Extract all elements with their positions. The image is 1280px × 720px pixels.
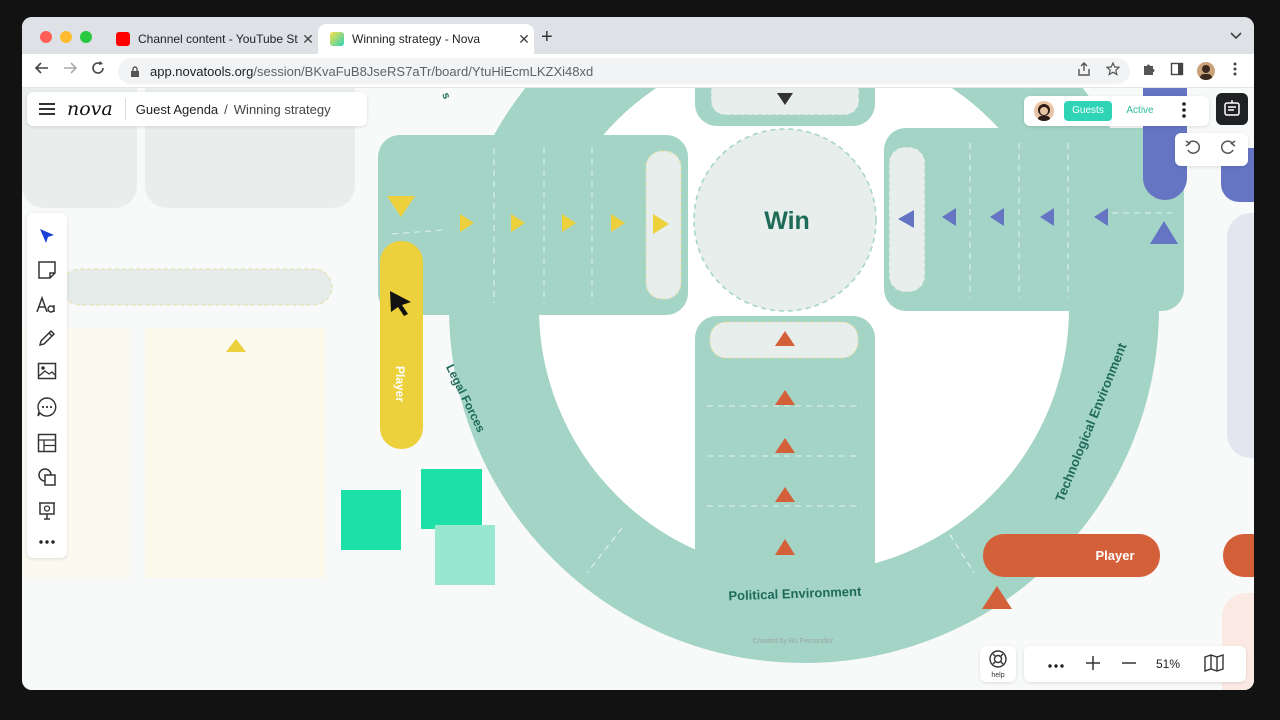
share-icon[interactable] <box>1074 61 1094 81</box>
url-field[interactable]: app.novatools.org/session/BKvaFuB8JseRS7… <box>118 58 1130 84</box>
nova-favicon-icon <box>330 32 344 46</box>
url-host: app.novatools.org <box>150 63 254 79</box>
comment-tool-icon[interactable] <box>35 395 59 419</box>
left-arm <box>378 135 688 315</box>
zoom-more-icon[interactable] <box>1048 655 1064 673</box>
back-arrow-icon[interactable] <box>32 61 52 81</box>
close-tab-icon[interactable]: ✕ <box>298 31 318 48</box>
help-label: help <box>991 672 1005 679</box>
zoom-level: 51% <box>1156 657 1181 671</box>
breadcrumb-separator: / <box>224 101 228 117</box>
active-status-badge: Active <box>1126 105 1154 116</box>
help-button[interactable]: help <box>980 646 1016 682</box>
whiteboard-canvas[interactable]: Win Player Player Legal Forces Political… <box>22 88 1254 690</box>
breadcrumb-current: Winning strategy <box>233 101 331 117</box>
tab-search-chevron-icon[interactable] <box>1230 29 1242 43</box>
address-bar: app.novatools.org/session/BKvaFuB8JseRS7… <box>22 54 1254 88</box>
browser-window: Channel content - YouTube Stu ✕ Winning … <box>22 17 1254 690</box>
close-tab-icon[interactable]: ✕ <box>514 31 534 48</box>
win-label: Win <box>764 207 810 235</box>
board-header-panel: nova Guest Agenda / Winning strategy <box>27 92 367 126</box>
presenter-mode-button[interactable] <box>1216 93 1248 125</box>
right-arm <box>884 128 1184 311</box>
minimap-icon[interactable] <box>1204 654 1224 677</box>
zoom-in-icon[interactable] <box>1084 654 1102 677</box>
yellow-player-piece <box>380 241 423 449</box>
presenter-icon <box>1224 100 1240 116</box>
select-pointer-icon[interactable] <box>35 224 59 248</box>
breadcrumb-parent-link[interactable]: Guest Agenda <box>136 102 218 117</box>
undo-redo-panel <box>1175 133 1248 166</box>
zoom-out-icon[interactable] <box>1120 654 1138 677</box>
top-ring-label-partial: s <box>439 91 452 101</box>
dashed-bar <box>61 268 333 306</box>
presence-panel: Guests Active <box>1024 96 1209 126</box>
help-lifebuoy-icon <box>989 650 1007 668</box>
redo-icon[interactable] <box>1220 139 1236 160</box>
tools-sidebar <box>27 213 67 558</box>
credit-text: Created by Ro Fernandez <box>753 638 834 645</box>
shapes-tool-icon[interactable] <box>35 465 59 489</box>
template-tool-icon[interactable] <box>35 431 59 455</box>
yellow-player-label: Player <box>393 366 407 402</box>
tab-title: Channel content - YouTube Stu <box>138 32 298 46</box>
orange-player-label: Player <box>1095 548 1134 563</box>
zoom-panel: 51% <box>1024 646 1246 682</box>
close-window-button[interactable] <box>40 31 52 43</box>
text-tool-icon[interactable] <box>35 293 59 317</box>
youtube-icon <box>116 32 130 46</box>
sticky-note-tool-icon[interactable] <box>35 258 59 282</box>
maximize-window-button[interactable] <box>80 31 92 43</box>
board-drawing: Win Player Player Legal Forces Political… <box>22 88 1254 690</box>
browser-menu-icon[interactable] <box>1225 61 1245 81</box>
bookmark-star-icon[interactable] <box>1103 61 1123 81</box>
more-tools-icon[interactable] <box>35 530 59 554</box>
tab-youtube-studio[interactable]: Channel content - YouTube Stu ✕ <box>110 24 318 54</box>
window-controls <box>40 31 92 43</box>
minimize-window-button[interactable] <box>60 31 72 43</box>
background-panel <box>1227 213 1254 458</box>
mint-sticky-note[interactable] <box>421 469 482 529</box>
nova-logo: nova <box>67 98 126 120</box>
lock-icon <box>130 65 140 77</box>
background-panel <box>145 328 325 578</box>
side-panel-icon[interactable] <box>1167 61 1187 81</box>
tab-winning-strategy[interactable]: Winning strategy - Nova ✕ <box>318 24 534 54</box>
profile-avatar[interactable] <box>1197 62 1215 80</box>
tab-bar: Channel content - YouTube Stu ✕ Winning … <box>22 17 1254 54</box>
reload-icon[interactable] <box>88 61 108 81</box>
screen-frame: Channel content - YouTube Stu ✕ Winning … <box>0 0 1280 720</box>
tab-title: Winning strategy - Nova <box>352 32 481 46</box>
light-mint-sticky-note[interactable] <box>435 525 495 585</box>
user-avatar[interactable] <box>1034 101 1054 121</box>
new-tab-button[interactable]: + <box>541 27 553 47</box>
undo-icon[interactable] <box>1185 139 1201 160</box>
guests-button[interactable]: Guests <box>1064 101 1112 121</box>
url-path: /session/BKvaFuB8JseRS7aTr/board/YtuHiEc… <box>253 63 594 79</box>
extensions-puzzle-icon[interactable] <box>1139 61 1159 81</box>
hamburger-menu-icon[interactable] <box>39 103 55 115</box>
forward-arrow-icon[interactable] <box>60 61 80 81</box>
image-tool-icon[interactable] <box>35 359 59 383</box>
pen-tool-icon[interactable] <box>35 326 59 350</box>
more-options-icon[interactable] <box>1182 102 1186 123</box>
presentation-tool-icon[interactable] <box>35 499 59 523</box>
mint-sticky-note[interactable] <box>341 490 401 550</box>
orange-piece-partial <box>1223 534 1254 577</box>
